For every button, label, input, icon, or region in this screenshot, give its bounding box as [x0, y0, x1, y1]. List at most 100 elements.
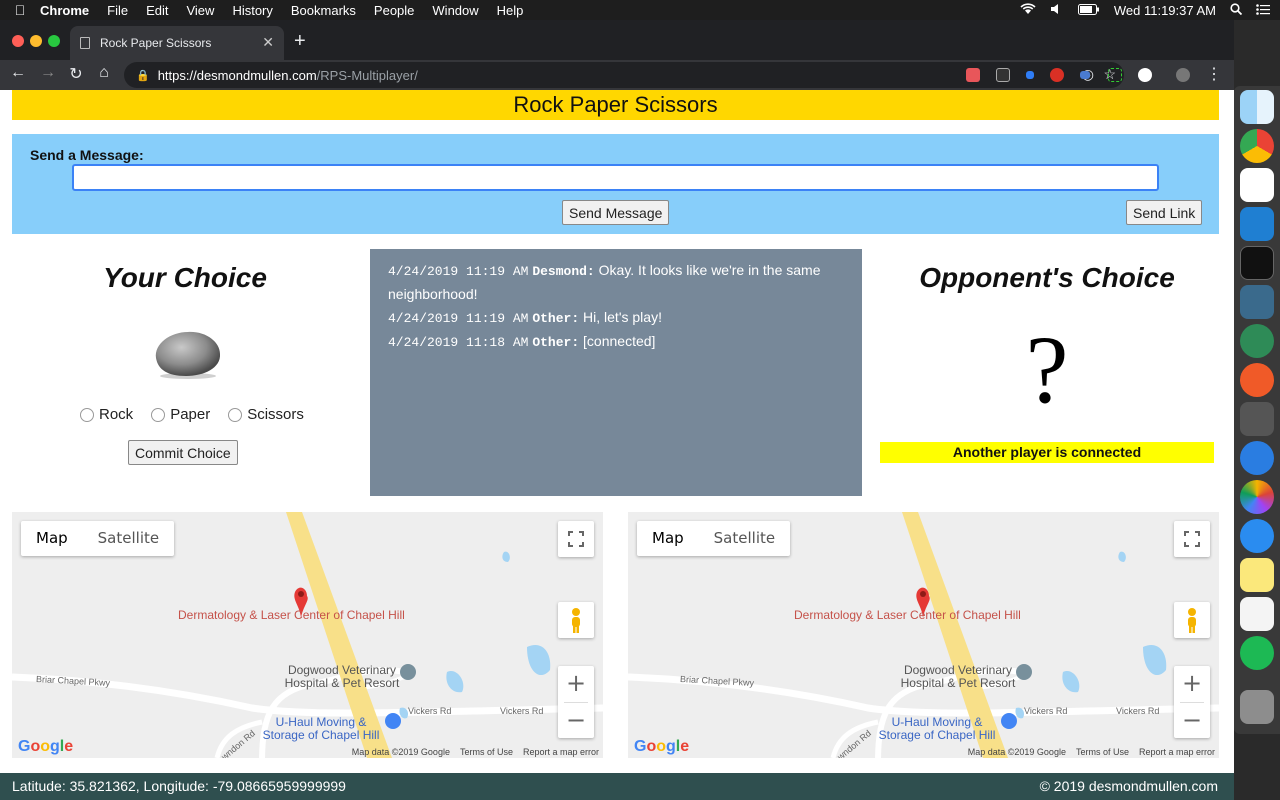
extension-icon-1[interactable]	[966, 68, 980, 82]
opponent-choice-heading: Opponent's Choice	[919, 262, 1175, 293]
map-place-dermatology[interactable]: Dermatology & Laser Center of Chapel Hil…	[178, 609, 405, 622]
report-map-error-link[interactable]: Report a map error	[1139, 747, 1215, 757]
scissors-label[interactable]: Scissors	[247, 406, 304, 423]
trash-icon[interactable]	[1240, 690, 1274, 724]
map-type-satellite-button[interactable]: Satellite	[699, 521, 790, 556]
spotlight-search-icon[interactable]	[1230, 2, 1243, 18]
forward-icon[interactable]: →	[38, 64, 58, 82]
zoom-out-button[interactable]: −	[1174, 703, 1210, 739]
apple-icon[interactable]: 	[0, 2, 40, 18]
back-icon[interactable]: ←	[8, 64, 28, 82]
rock-label[interactable]: Rock	[99, 406, 133, 423]
menu-file[interactable]: File	[107, 3, 128, 18]
extension-icon-4[interactable]	[1050, 68, 1064, 82]
vscode-icon[interactable]	[1240, 207, 1274, 241]
message-input[interactable]	[72, 164, 1159, 191]
spotify-icon[interactable]	[1240, 636, 1274, 670]
messages-icon[interactable]	[1240, 519, 1274, 553]
message-label: Send a Message:	[30, 147, 144, 163]
reload-icon[interactable]: ↻	[66, 64, 86, 84]
notes-icon[interactable]	[1240, 558, 1274, 592]
send-message-button[interactable]: Send Message	[562, 200, 670, 225]
reminders-icon[interactable]	[1240, 597, 1274, 631]
zoom-in-button[interactable]: +	[1174, 666, 1210, 702]
map-right[interactable]: Map Satellite + − Dermatology & Laser Ce…	[628, 512, 1219, 758]
opponent-unknown-mark: ?	[1025, 316, 1069, 423]
new-tab-icon[interactable]: +	[294, 30, 306, 53]
menubar-clock[interactable]: Wed 11:19:37 AM	[1114, 3, 1216, 18]
notification-center-icon[interactable]	[1256, 3, 1270, 18]
fullscreen-button[interactable]	[558, 521, 594, 557]
tab-close-icon[interactable]: ✕	[262, 34, 274, 51]
lock-icon[interactable]: 🔒	[136, 69, 150, 82]
chat-text: Hi, let's play!	[583, 309, 662, 325]
zoom-in-button[interactable]: +	[558, 666, 594, 702]
map-place-uhaul[interactable]: U-Haul Moving & Storage of Chapel Hill	[872, 716, 1002, 742]
send-link-button[interactable]: Send Link	[1126, 200, 1203, 225]
postman-icon[interactable]	[1240, 363, 1274, 397]
footer-copyright: © 2019 desmondmullen.com	[1039, 778, 1218, 794]
sourcetree-icon[interactable]	[1240, 324, 1274, 358]
menu-app-name[interactable]: Chrome	[40, 3, 89, 18]
terminal-icon[interactable]	[1240, 246, 1274, 280]
terms-of-use-link[interactable]: Terms of Use	[460, 747, 513, 757]
location-coordinates: Latitude: 35.821362, Longitude: -79.0866…	[12, 778, 346, 794]
scissors-radio[interactable]	[228, 407, 243, 422]
map-place-uhaul[interactable]: U-Haul Moving & Storage of Chapel Hill	[256, 716, 386, 742]
extension-icon-5[interactable]	[1080, 71, 1090, 79]
chrome-icon[interactable]	[1240, 129, 1274, 163]
menu-window[interactable]: Window	[432, 3, 478, 18]
paper-label[interactable]: Paper	[170, 406, 210, 423]
terms-of-use-link[interactable]: Terms of Use	[1076, 747, 1129, 757]
volume-icon[interactable]	[1050, 3, 1064, 18]
window-zoom-button[interactable]	[48, 35, 60, 47]
wifi-icon[interactable]	[1020, 2, 1036, 18]
safari-icon[interactable]	[1240, 441, 1274, 475]
street-view-pegman-button[interactable]	[558, 602, 594, 638]
extension-icon-3[interactable]	[1026, 71, 1034, 79]
mysql-workbench-icon[interactable]	[1240, 285, 1274, 319]
map-place-dogwood[interactable]: Dogwood Veterinary Hospital & Pet Resort	[272, 664, 412, 690]
map-left[interactable]: Map Satellite + − Dermatology & Laser Ce…	[12, 512, 603, 758]
menu-edit[interactable]: Edit	[146, 3, 168, 18]
browser-tab[interactable]: Rock Paper Scissors ✕	[70, 26, 284, 60]
fullscreen-button[interactable]	[1174, 521, 1210, 557]
street-view-pegman-button[interactable]	[1174, 602, 1210, 638]
road-label: Vickers Rd	[408, 706, 452, 716]
extension-icon-6[interactable]	[1108, 68, 1122, 82]
menu-people[interactable]: People	[374, 3, 414, 18]
chrome-menu-icon[interactable]: ⋮	[1206, 64, 1222, 84]
menu-bookmarks[interactable]: Bookmarks	[291, 3, 356, 18]
menu-view[interactable]: View	[186, 3, 214, 18]
map-type-map-button[interactable]: Map	[21, 521, 83, 556]
browser-toolbar: ← → ↻ ⌂ 🔒 https://desmondmullen.com/RPS-…	[0, 60, 1234, 90]
window-minimize-button[interactable]	[30, 35, 42, 47]
menu-help[interactable]: Help	[497, 3, 524, 18]
url-path: /RPS-Multiplayer/	[316, 67, 418, 83]
profile-avatar[interactable]	[1176, 68, 1190, 82]
commit-choice-button[interactable]: Commit Choice	[128, 440, 238, 465]
road-label: Vickers Rd	[1116, 706, 1160, 716]
map-type-map-button[interactable]: Map	[637, 521, 699, 556]
map-place-dermatology[interactable]: Dermatology & Laser Center of Chapel Hil…	[794, 609, 1021, 622]
map-place-dogwood[interactable]: Dogwood Veterinary Hospital & Pet Resort	[888, 664, 1028, 690]
battery-icon[interactable]	[1077, 3, 1100, 18]
finder-icon[interactable]	[1240, 90, 1274, 124]
report-map-error-link[interactable]: Report a map error	[523, 747, 599, 757]
page-footer: Latitude: 35.821362, Longitude: -79.0866…	[0, 773, 1234, 800]
zoom-out-button[interactable]: −	[558, 703, 594, 739]
home-icon[interactable]: ⌂	[94, 64, 114, 82]
extension-icon-7[interactable]	[1138, 68, 1152, 82]
paper-radio[interactable]	[151, 407, 166, 422]
photos-icon[interactable]	[1240, 480, 1274, 514]
google-logo[interactable]: Google	[18, 738, 73, 756]
rock-radio[interactable]	[80, 407, 94, 422]
extension-icon-2[interactable]	[996, 68, 1010, 82]
slack-icon[interactable]	[1240, 168, 1274, 202]
map-type-satellite-button[interactable]: Satellite	[83, 521, 174, 556]
gimp-icon[interactable]	[1240, 402, 1274, 436]
map-data-credit: Map data ©2019 Google	[351, 747, 450, 757]
window-close-button[interactable]	[12, 35, 24, 47]
google-logo[interactable]: Google	[634, 738, 689, 756]
menu-history[interactable]: History	[232, 3, 272, 18]
